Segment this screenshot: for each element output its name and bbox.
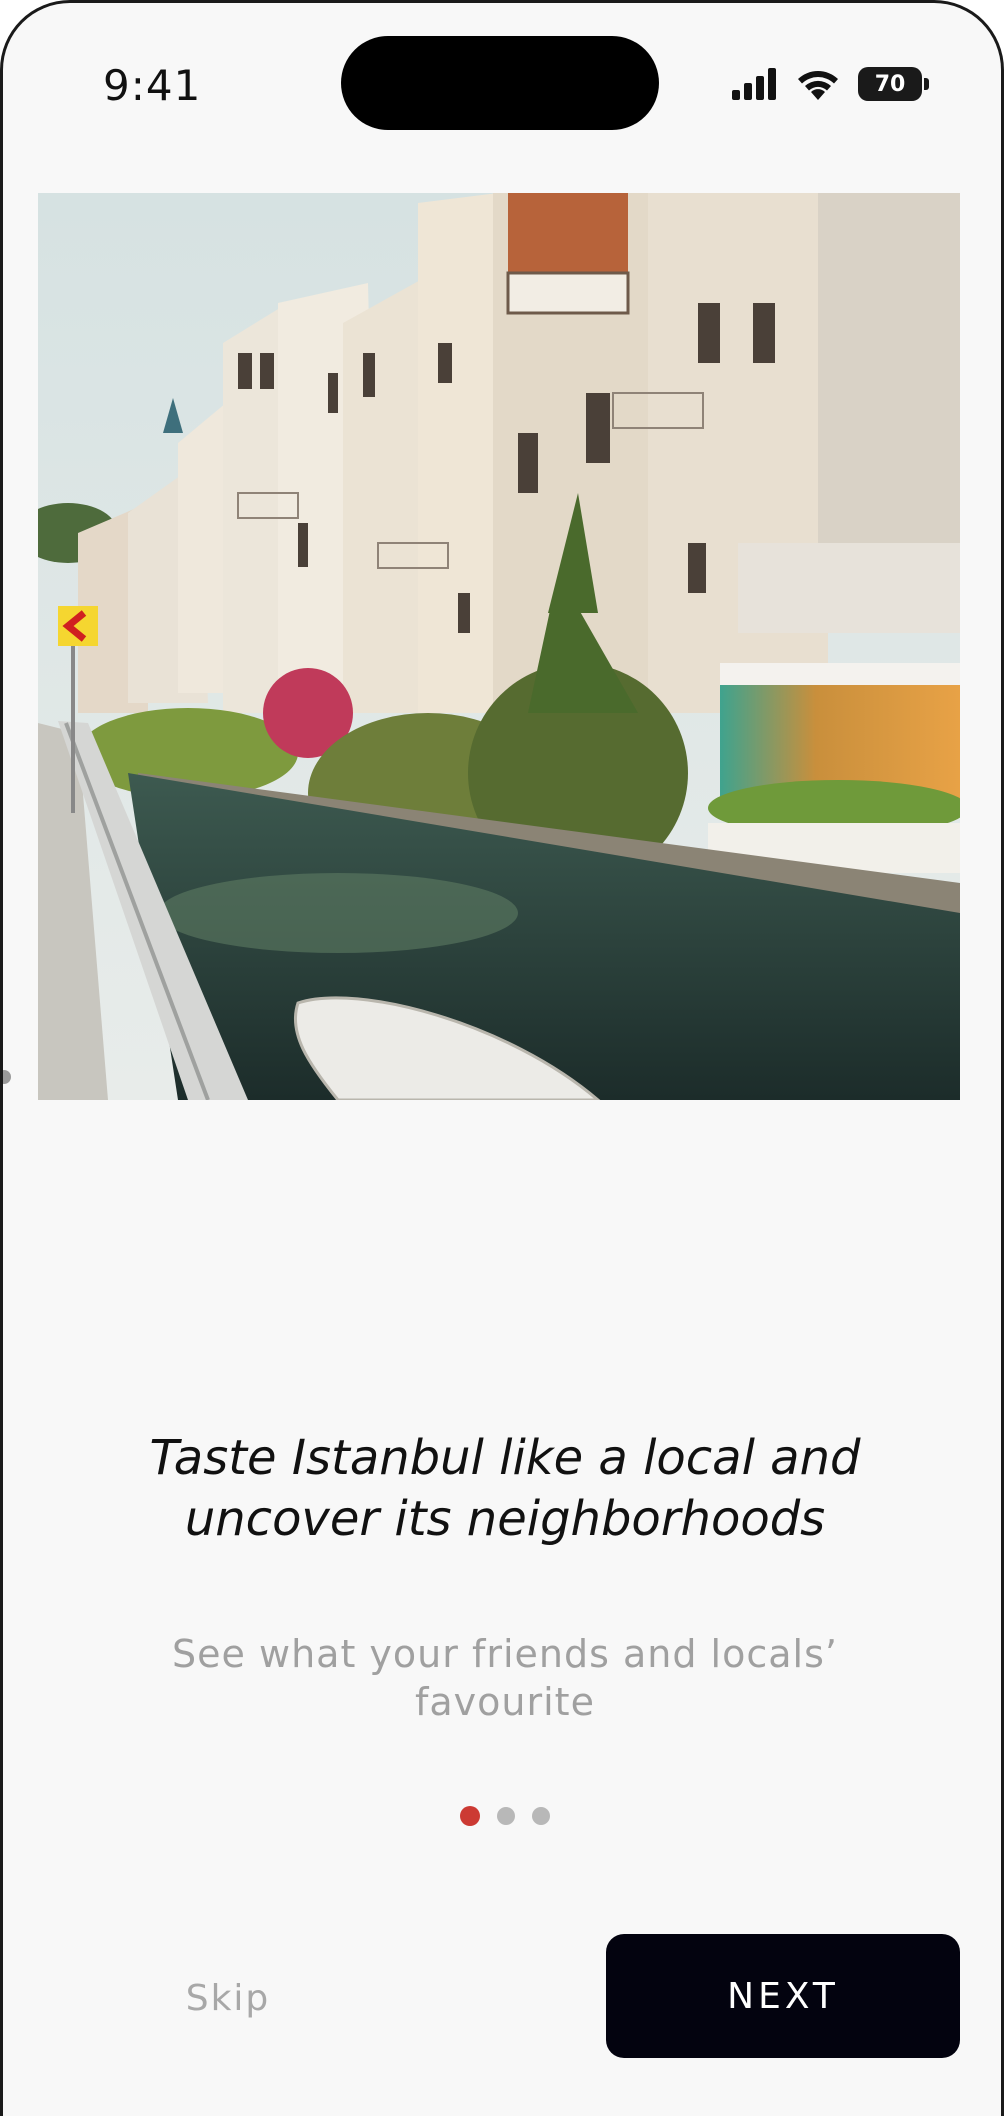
- hero-image: [38, 193, 960, 1100]
- next-button[interactable]: NEXT: [606, 1934, 960, 2058]
- title-line-2: uncover its neighborhoods: [184, 1491, 826, 1547]
- status-time: 9:41: [103, 61, 202, 110]
- battery-level: 70: [858, 67, 922, 101]
- page-dot-1[interactable]: [460, 1806, 480, 1826]
- phone-screen: 9:41 70 Taste Istanbul like a local and …: [0, 0, 1004, 2116]
- page-dot-2[interactable]: [497, 1807, 515, 1825]
- wifi-icon: [798, 71, 838, 100]
- page-dot-3[interactable]: [532, 1807, 550, 1825]
- dynamic-island: [341, 36, 659, 130]
- onboarding-subtitle: See what your friends and locals’ favour…: [123, 1630, 887, 1726]
- title-line-1: Taste Istanbul like a local and: [149, 1430, 861, 1486]
- battery-icon: 70: [858, 67, 929, 101]
- signal-icon: [732, 68, 776, 100]
- skip-button[interactable]: Skip: [153, 1963, 303, 2033]
- status-icons: 70: [732, 67, 929, 101]
- page-indicator: [3, 1806, 1001, 1826]
- edge-indicator: [3, 1070, 11, 1084]
- onboarding-title: Taste Istanbul like a local and uncover …: [63, 1428, 947, 1550]
- subtitle-line-2: favourite: [415, 1680, 595, 1724]
- subtitle-line-1: See what your friends and locals’: [172, 1632, 838, 1676]
